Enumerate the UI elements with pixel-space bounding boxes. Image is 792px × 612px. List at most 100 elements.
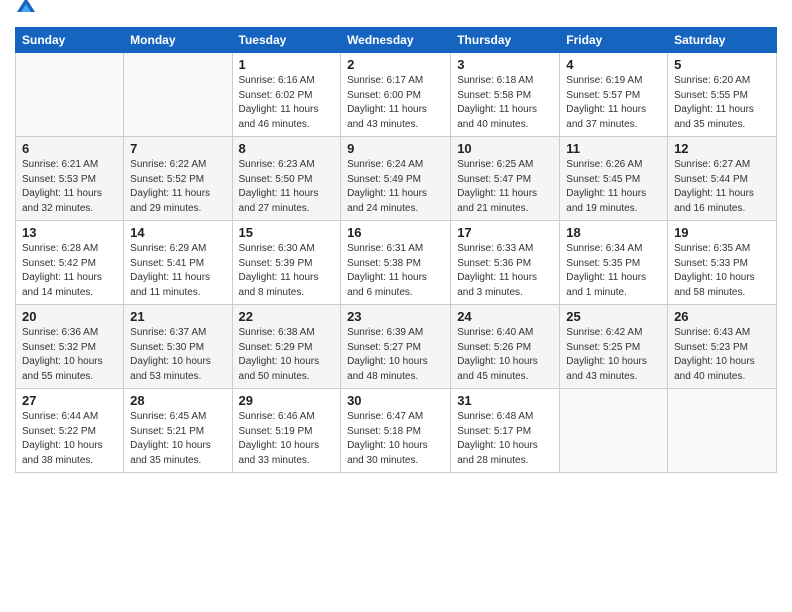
calendar-cell: 11 Sunrise: 6:26 AM Sunset: 5:45 PM Dayli… [560,137,668,221]
day-number: 17 [457,225,553,240]
calendar-cell [668,389,777,473]
day-info: Sunrise: 6:21 AM Sunset: 5:53 PM Dayligh… [22,158,117,216]
day-number: 4 [566,57,661,72]
day-number: 19 [674,225,770,240]
day-info: Sunrise: 6:34 AM Sunset: 5:35 PM Dayligh… [566,242,661,300]
day-number: 11 [566,141,661,156]
day-number: 20 [22,309,117,324]
day-info: Sunrise: 6:40 AM Sunset: 5:26 PM Dayligh… [457,326,553,384]
calendar-cell: 20 Sunrise: 6:36 AM Sunset: 5:32 PM Dayli… [16,305,124,389]
calendar-cell: 14 Sunrise: 6:29 AM Sunset: 5:41 PM Dayli… [124,221,232,305]
weekday-header-tuesday: Tuesday [232,28,341,53]
week-row-1: 1 Sunrise: 6:16 AM Sunset: 6:02 PM Daylig… [16,53,777,137]
calendar-cell: 1 Sunrise: 6:16 AM Sunset: 6:02 PM Daylig… [232,53,341,137]
day-info: Sunrise: 6:36 AM Sunset: 5:32 PM Dayligh… [22,326,117,384]
calendar-cell: 4 Sunrise: 6:19 AM Sunset: 5:57 PM Daylig… [560,53,668,137]
day-number: 3 [457,57,553,72]
calendar-cell: 29 Sunrise: 6:46 AM Sunset: 5:19 PM Dayli… [232,389,341,473]
calendar-cell: 22Sunrise: 6:38 AM Sunset: 5:29 PM Dayli… [232,305,341,389]
calendar-cell [16,53,124,137]
day-info: Sunrise: 6:17 AM Sunset: 6:00 PM Dayligh… [347,74,444,132]
day-info: Sunrise: 6:37 AM Sunset: 5:30 PM Dayligh… [130,326,225,384]
day-info: Sunrise: 6:31 AM Sunset: 5:38 PM Dayligh… [347,242,444,300]
day-info: Sunrise: 6:47 AM Sunset: 5:18 PM Dayligh… [347,410,444,468]
day-number: 31 [457,393,553,408]
calendar-cell: 27 Sunrise: 6:44 AM Sunset: 5:22 PM Dayli… [16,389,124,473]
day-info: Sunrise: 6:24 AM Sunset: 5:49 PM Dayligh… [347,158,444,216]
logo [15,10,35,19]
week-row-2: 6 Sunrise: 6:21 AM Sunset: 5:53 PM Daylig… [16,137,777,221]
calendar-page: SundayMondayTuesdayWednesdayThursdayFrid… [0,0,792,612]
calendar-cell: 21 Sunrise: 6:37 AM Sunset: 5:30 PM Dayli… [124,305,232,389]
calendar-cell: 12 Sunrise: 6:27 AM Sunset: 5:44 PM Dayli… [668,137,777,221]
day-info: Sunrise: 6:16 AM Sunset: 6:02 PM Dayligh… [239,74,335,132]
day-info: Sunrise: 6:20 AM Sunset: 5:55 PM Dayligh… [674,74,770,132]
day-number: 13 [22,225,117,240]
weekday-header-row: SundayMondayTuesdayWednesdayThursdayFrid… [16,28,777,53]
day-number: 23 [347,309,444,324]
day-info: Sunrise: 6:26 AM Sunset: 5:45 PM Dayligh… [566,158,661,216]
calendar-cell [124,53,232,137]
day-info: Sunrise: 6:35 AM Sunset: 5:33 PM Dayligh… [674,242,770,300]
day-info: Sunrise: 6:45 AM Sunset: 5:21 PM Dayligh… [130,410,225,468]
day-info: Sunrise: 6:46 AM Sunset: 5:19 PM Dayligh… [239,410,335,468]
calendar-cell: 30Sunrise: 6:47 AM Sunset: 5:18 PM Dayli… [341,389,451,473]
day-number: 14 [130,225,225,240]
calendar-cell: 6 Sunrise: 6:21 AM Sunset: 5:53 PM Daylig… [16,137,124,221]
calendar-cell: 13 Sunrise: 6:28 AM Sunset: 5:42 PM Dayli… [16,221,124,305]
calendar-cell [560,389,668,473]
day-number: 28 [130,393,225,408]
day-info: Sunrise: 6:19 AM Sunset: 5:57 PM Dayligh… [566,74,661,132]
day-number: 7 [130,141,225,156]
day-number: 18 [566,225,661,240]
calendar-cell: 16 Sunrise: 6:31 AM Sunset: 5:38 PM Dayli… [341,221,451,305]
day-number: 2 [347,57,444,72]
day-number: 15 [239,225,335,240]
day-number: 24 [457,309,553,324]
day-number: 9 [347,141,444,156]
weekday-header-friday: Friday [560,28,668,53]
day-number: 26 [674,309,770,324]
calendar-table: SundayMondayTuesdayWednesdayThursdayFrid… [15,27,777,473]
week-row-4: 20 Sunrise: 6:36 AM Sunset: 5:32 PM Dayli… [16,305,777,389]
weekday-header-saturday: Saturday [668,28,777,53]
calendar-cell: 10Sunrise: 6:25 AM Sunset: 5:47 PM Dayli… [451,137,560,221]
day-number: 6 [22,141,117,156]
day-info: Sunrise: 6:23 AM Sunset: 5:50 PM Dayligh… [239,158,335,216]
day-number: 5 [674,57,770,72]
week-row-5: 27 Sunrise: 6:44 AM Sunset: 5:22 PM Dayli… [16,389,777,473]
day-info: Sunrise: 6:43 AM Sunset: 5:23 PM Dayligh… [674,326,770,384]
day-number: 1 [239,57,335,72]
day-info: Sunrise: 6:29 AM Sunset: 5:41 PM Dayligh… [130,242,225,300]
calendar-cell: 19 Sunrise: 6:35 AM Sunset: 5:33 PM Dayli… [668,221,777,305]
day-number: 27 [22,393,117,408]
day-number: 21 [130,309,225,324]
calendar-cell: 26 Sunrise: 6:43 AM Sunset: 5:23 PM Dayli… [668,305,777,389]
calendar-cell: 31Sunrise: 6:48 AM Sunset: 5:17 PM Dayli… [451,389,560,473]
day-info: Sunrise: 6:18 AM Sunset: 5:58 PM Dayligh… [457,74,553,132]
calendar-cell: 23Sunrise: 6:39 AM Sunset: 5:27 PM Dayli… [341,305,451,389]
day-number: 10 [457,141,553,156]
day-info: Sunrise: 6:33 AM Sunset: 5:36 PM Dayligh… [457,242,553,300]
calendar-cell: 24 Sunrise: 6:40 AM Sunset: 5:26 PM Dayli… [451,305,560,389]
weekday-header-monday: Monday [124,28,232,53]
calendar-cell: 7 Sunrise: 6:22 AM Sunset: 5:52 PM Daylig… [124,137,232,221]
day-number: 12 [674,141,770,156]
day-number: 29 [239,393,335,408]
day-number: 16 [347,225,444,240]
calendar-cell: 5 Sunrise: 6:20 AM Sunset: 5:55 PM Daylig… [668,53,777,137]
calendar-cell: 17 Sunrise: 6:33 AM Sunset: 5:36 PM Dayli… [451,221,560,305]
calendar-cell: 25Sunrise: 6:42 AM Sunset: 5:25 PM Dayli… [560,305,668,389]
calendar-cell: 15 Sunrise: 6:30 AM Sunset: 5:39 PM Dayli… [232,221,341,305]
calendar-cell: 28 Sunrise: 6:45 AM Sunset: 5:21 PM Dayli… [124,389,232,473]
day-number: 25 [566,309,661,324]
day-info: Sunrise: 6:38 AM Sunset: 5:29 PM Dayligh… [239,326,335,384]
weekday-header-thursday: Thursday [451,28,560,53]
logo-icon [17,0,35,19]
day-info: Sunrise: 6:44 AM Sunset: 5:22 PM Dayligh… [22,410,117,468]
day-info: Sunrise: 6:22 AM Sunset: 5:52 PM Dayligh… [130,158,225,216]
calendar-cell: 18 Sunrise: 6:34 AM Sunset: 5:35 PM Dayli… [560,221,668,305]
day-info: Sunrise: 6:30 AM Sunset: 5:39 PM Dayligh… [239,242,335,300]
day-info: Sunrise: 6:27 AM Sunset: 5:44 PM Dayligh… [674,158,770,216]
day-info: Sunrise: 6:28 AM Sunset: 5:42 PM Dayligh… [22,242,117,300]
